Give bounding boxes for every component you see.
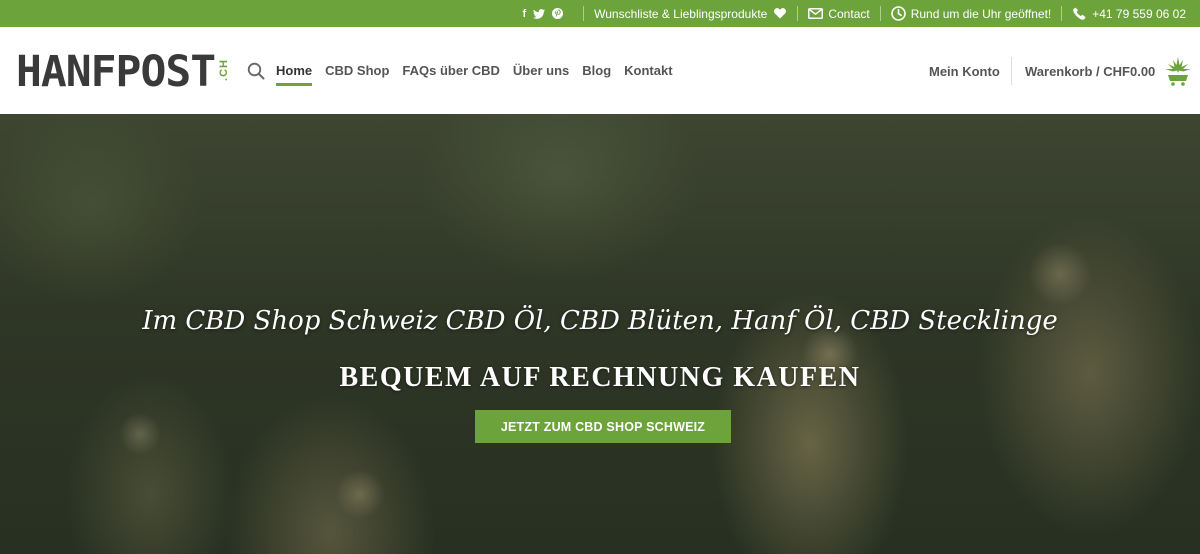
- clock-icon: [890, 6, 906, 21]
- hours-label: Rund um die Uhr geöffnet!: [910, 6, 1052, 21]
- nav-item-faqs[interactable]: FAQs über CBD: [402, 27, 500, 114]
- social-links: f: [522, 8, 573, 20]
- site-header: HANFPOST .CH Home CBD Shop FAQs über CBD…: [0, 27, 1200, 114]
- contact-link[interactable]: Contact: [808, 6, 870, 21]
- divider: [879, 6, 881, 21]
- wishlist-link[interactable]: Wunschliste & Lieblingsprodukte: [594, 6, 787, 21]
- facebook-icon[interactable]: f: [522, 8, 526, 20]
- logo[interactable]: HANFPOST .CH: [16, 49, 230, 99]
- divider: [797, 6, 799, 21]
- phone-icon: [1072, 6, 1087, 21]
- account-link[interactable]: Mein Konto: [929, 64, 1000, 79]
- logo-suffix: .CH: [218, 59, 231, 81]
- shop-cta-button[interactable]: JETZT ZUM CBD SHOP SCHWEIZ: [475, 410, 731, 443]
- cart-link[interactable]: Warenkorb / CHF0.00: [1025, 64, 1155, 79]
- opening-hours: Rund um die Uhr geöffnet!: [890, 6, 1052, 21]
- top-bar: f Wunschliste & Lieblingsprodukte Contac…: [0, 0, 1200, 27]
- divider: [1011, 57, 1012, 85]
- hero-banner: Im CBD Shop Schweiz CBD Öl, CBD Blüten, …: [0, 114, 1200, 554]
- nav-item-cbd-shop[interactable]: CBD Shop: [325, 27, 389, 114]
- nav-item-contact[interactable]: Kontakt: [624, 27, 672, 114]
- phone-link[interactable]: +41 79 559 06 02: [1072, 6, 1186, 21]
- divider: [583, 6, 585, 21]
- pinterest-icon[interactable]: [552, 8, 564, 19]
- logo-text: HANFPOST: [16, 47, 216, 97]
- envelope-icon: [808, 6, 824, 21]
- heart-icon: [772, 6, 787, 21]
- main-nav: Home CBD Shop FAQs über CBD Über uns Blo…: [276, 27, 673, 114]
- nav-item-home[interactable]: Home: [276, 27, 313, 114]
- phone-label: +41 79 559 06 02: [1092, 6, 1186, 21]
- search-icon[interactable]: [247, 62, 265, 80]
- twitter-icon[interactable]: [533, 8, 546, 19]
- hero-subheading: Im CBD Shop Schweiz CBD Öl, CBD Blüten, …: [142, 306, 1058, 336]
- contact-label: Contact: [828, 6, 870, 21]
- hero-heading: BEQUEM AUF RECHNUNG KAUFEN: [339, 362, 861, 393]
- nav-item-about[interactable]: Über uns: [513, 27, 569, 114]
- nav-item-blog[interactable]: Blog: [582, 27, 611, 114]
- wishlist-label: Wunschliste & Lieblingsprodukte: [594, 6, 768, 21]
- cart-leaf-icon[interactable]: [1162, 55, 1194, 87]
- divider: [1061, 6, 1063, 21]
